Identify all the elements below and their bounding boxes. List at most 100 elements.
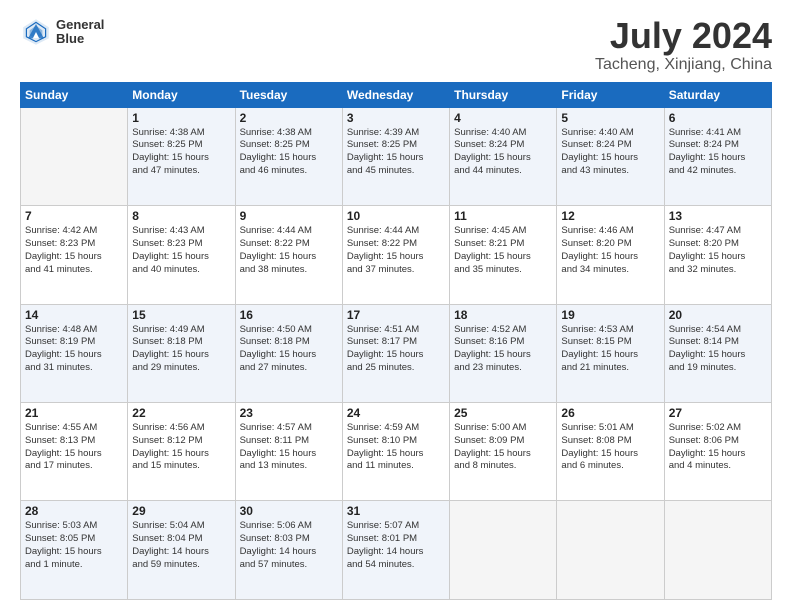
calendar-cell: 21 Sunrise: 4:55 AM Sunset: 8:13 PM Dayli… [21, 403, 128, 501]
calendar-cell: 1 Sunrise: 4:38 AM Sunset: 8:25 PM Daylig… [128, 107, 235, 205]
page: General Blue July 2024 Tacheng, Xinjiang… [0, 0, 792, 612]
day-of-week-header: Tuesday [235, 82, 342, 107]
calendar-cell: 2Sunrise: 4:38 AM Sunset: 8:25 PM Daylig… [235, 107, 342, 205]
day-number: 8 [132, 209, 230, 223]
day-number: 24 [347, 406, 445, 420]
day-of-week-header: Thursday [450, 82, 557, 107]
day-number: 5 [561, 111, 659, 125]
calendar-cell: 26 Sunrise: 5:01 AM Sunset: 8:08 PM Dayli… [557, 403, 664, 501]
day-number: 20 [669, 308, 767, 322]
calendar-cell: 24 Sunrise: 4:59 AM Sunset: 8:10 PM Dayli… [342, 403, 449, 501]
calendar-cell: 27Sunrise: 5:02 AM Sunset: 8:06 PM Dayli… [664, 403, 771, 501]
day-info: Sunrise: 4:47 AM Sunset: 8:20 PM Dayligh… [669, 225, 767, 276]
logo-line1: General [56, 18, 104, 32]
day-info: Sunrise: 4:45 AM Sunset: 8:21 PM Dayligh… [454, 225, 552, 276]
day-info: Sunrise: 4:52 AM Sunset: 8:16 PM Dayligh… [454, 324, 552, 375]
day-number: 17 [347, 308, 445, 322]
logo-text: General Blue [56, 18, 104, 47]
calendar-cell: 22 Sunrise: 4:56 AM Sunset: 8:12 PM Dayli… [128, 403, 235, 501]
day-number: 11 [454, 209, 552, 223]
day-number: 1 [132, 111, 230, 125]
calendar-cell: 5 Sunrise: 4:40 AM Sunset: 8:24 PM Daylig… [557, 107, 664, 205]
day-number: 25 [454, 406, 552, 420]
day-number: 7 [25, 209, 123, 223]
calendar-week-row: 28 Sunrise: 5:03 AM Sunset: 8:05 PM Dayli… [21, 501, 772, 600]
day-of-week-header: Wednesday [342, 82, 449, 107]
subtitle: Tacheng, Xinjiang, China [595, 56, 772, 74]
day-number: 21 [25, 406, 123, 420]
day-info: Sunrise: 4:41 AM Sunset: 8:24 PM Dayligh… [669, 127, 767, 178]
day-info: Sunrise: 4:38 AM Sunset: 8:25 PM Dayligh… [240, 127, 338, 178]
day-info: Sunrise: 4:49 AM Sunset: 8:18 PM Dayligh… [132, 324, 230, 375]
day-info: Sunrise: 4:56 AM Sunset: 8:12 PM Dayligh… [132, 422, 230, 473]
day-info: Sunrise: 5:00 AM Sunset: 8:09 PM Dayligh… [454, 422, 552, 473]
day-info: Sunrise: 4:44 AM Sunset: 8:22 PM Dayligh… [240, 225, 338, 276]
day-info: Sunrise: 4:54 AM Sunset: 8:14 PM Dayligh… [669, 324, 767, 375]
day-info: Sunrise: 4:43 AM Sunset: 8:23 PM Dayligh… [132, 225, 230, 276]
day-info: Sunrise: 4:42 AM Sunset: 8:23 PM Dayligh… [25, 225, 123, 276]
day-number: 22 [132, 406, 230, 420]
day-info: Sunrise: 5:04 AM Sunset: 8:04 PM Dayligh… [132, 520, 230, 571]
day-info: Sunrise: 4:40 AM Sunset: 8:24 PM Dayligh… [454, 127, 552, 178]
calendar-cell: 25 Sunrise: 5:00 AM Sunset: 8:09 PM Dayli… [450, 403, 557, 501]
day-number: 18 [454, 308, 552, 322]
calendar-cell: 15Sunrise: 4:49 AM Sunset: 8:18 PM Dayli… [128, 304, 235, 402]
day-of-week-header: Friday [557, 82, 664, 107]
day-number: 27 [669, 406, 767, 420]
day-number: 26 [561, 406, 659, 420]
day-number: 14 [25, 308, 123, 322]
day-info: Sunrise: 5:03 AM Sunset: 8:05 PM Dayligh… [25, 520, 123, 571]
calendar-cell: 17 Sunrise: 4:51 AM Sunset: 8:17 PM Dayli… [342, 304, 449, 402]
calendar-cell: 11 Sunrise: 4:45 AM Sunset: 8:21 PM Dayli… [450, 206, 557, 304]
day-info: Sunrise: 5:06 AM Sunset: 8:03 PM Dayligh… [240, 520, 338, 571]
day-number: 10 [347, 209, 445, 223]
day-number: 28 [25, 504, 123, 518]
day-info: Sunrise: 4:53 AM Sunset: 8:15 PM Dayligh… [561, 324, 659, 375]
day-info: Sunrise: 4:38 AM Sunset: 8:25 PM Dayligh… [132, 127, 230, 178]
calendar-cell: 23Sunrise: 4:57 AM Sunset: 8:11 PM Dayli… [235, 403, 342, 501]
day-number: 12 [561, 209, 659, 223]
day-number: 4 [454, 111, 552, 125]
calendar-cell [21, 107, 128, 205]
day-of-week-header: Monday [128, 82, 235, 107]
calendar-cell: 13 Sunrise: 4:47 AM Sunset: 8:20 PM Dayli… [664, 206, 771, 304]
calendar-week-row: 14 Sunrise: 4:48 AM Sunset: 8:19 PM Dayli… [21, 304, 772, 402]
calendar-cell [557, 501, 664, 600]
calendar-cell: 10 Sunrise: 4:44 AM Sunset: 8:22 PM Dayli… [342, 206, 449, 304]
calendar-cell: 19Sunrise: 4:53 AM Sunset: 8:15 PM Dayli… [557, 304, 664, 402]
header: General Blue July 2024 Tacheng, Xinjiang… [20, 16, 772, 74]
day-info: Sunrise: 4:50 AM Sunset: 8:18 PM Dayligh… [240, 324, 338, 375]
day-info: Sunrise: 5:01 AM Sunset: 8:08 PM Dayligh… [561, 422, 659, 473]
calendar-cell: 30Sunrise: 5:06 AM Sunset: 8:03 PM Dayli… [235, 501, 342, 600]
day-number: 13 [669, 209, 767, 223]
day-info: Sunrise: 4:55 AM Sunset: 8:13 PM Dayligh… [25, 422, 123, 473]
day-number: 6 [669, 111, 767, 125]
day-info: Sunrise: 4:48 AM Sunset: 8:19 PM Dayligh… [25, 324, 123, 375]
calendar-cell: 4 Sunrise: 4:40 AM Sunset: 8:24 PM Daylig… [450, 107, 557, 205]
calendar-cell: 16Sunrise: 4:50 AM Sunset: 8:18 PM Dayli… [235, 304, 342, 402]
calendar-cell [450, 501, 557, 600]
day-info: Sunrise: 4:44 AM Sunset: 8:22 PM Dayligh… [347, 225, 445, 276]
calendar-cell: 20 Sunrise: 4:54 AM Sunset: 8:14 PM Dayli… [664, 304, 771, 402]
logo-line2: Blue [56, 32, 104, 46]
calendar-cell [664, 501, 771, 600]
day-info: Sunrise: 5:07 AM Sunset: 8:01 PM Dayligh… [347, 520, 445, 571]
main-title: July 2024 [595, 16, 772, 56]
calendar-cell: 3 Sunrise: 4:39 AM Sunset: 8:25 PM Daylig… [342, 107, 449, 205]
day-number: 9 [240, 209, 338, 223]
calendar-cell: 18 Sunrise: 4:52 AM Sunset: 8:16 PM Dayli… [450, 304, 557, 402]
day-info: Sunrise: 4:51 AM Sunset: 8:17 PM Dayligh… [347, 324, 445, 375]
day-info: Sunrise: 4:59 AM Sunset: 8:10 PM Dayligh… [347, 422, 445, 473]
day-number: 3 [347, 111, 445, 125]
day-info: Sunrise: 4:40 AM Sunset: 8:24 PM Dayligh… [561, 127, 659, 178]
calendar-week-row: 21 Sunrise: 4:55 AM Sunset: 8:13 PM Dayli… [21, 403, 772, 501]
day-number: 31 [347, 504, 445, 518]
day-of-week-header: Sunday [21, 82, 128, 107]
calendar-cell: 6 Sunrise: 4:41 AM Sunset: 8:24 PM Daylig… [664, 107, 771, 205]
day-info: Sunrise: 4:39 AM Sunset: 8:25 PM Dayligh… [347, 127, 445, 178]
calendar-cell: 29Sunrise: 5:04 AM Sunset: 8:04 PM Dayli… [128, 501, 235, 600]
day-of-week-header: Saturday [664, 82, 771, 107]
calendar: SundayMondayTuesdayWednesdayThursdayFrid… [20, 82, 772, 600]
day-number: 23 [240, 406, 338, 420]
calendar-cell: 31 Sunrise: 5:07 AM Sunset: 8:01 PM Dayli… [342, 501, 449, 600]
